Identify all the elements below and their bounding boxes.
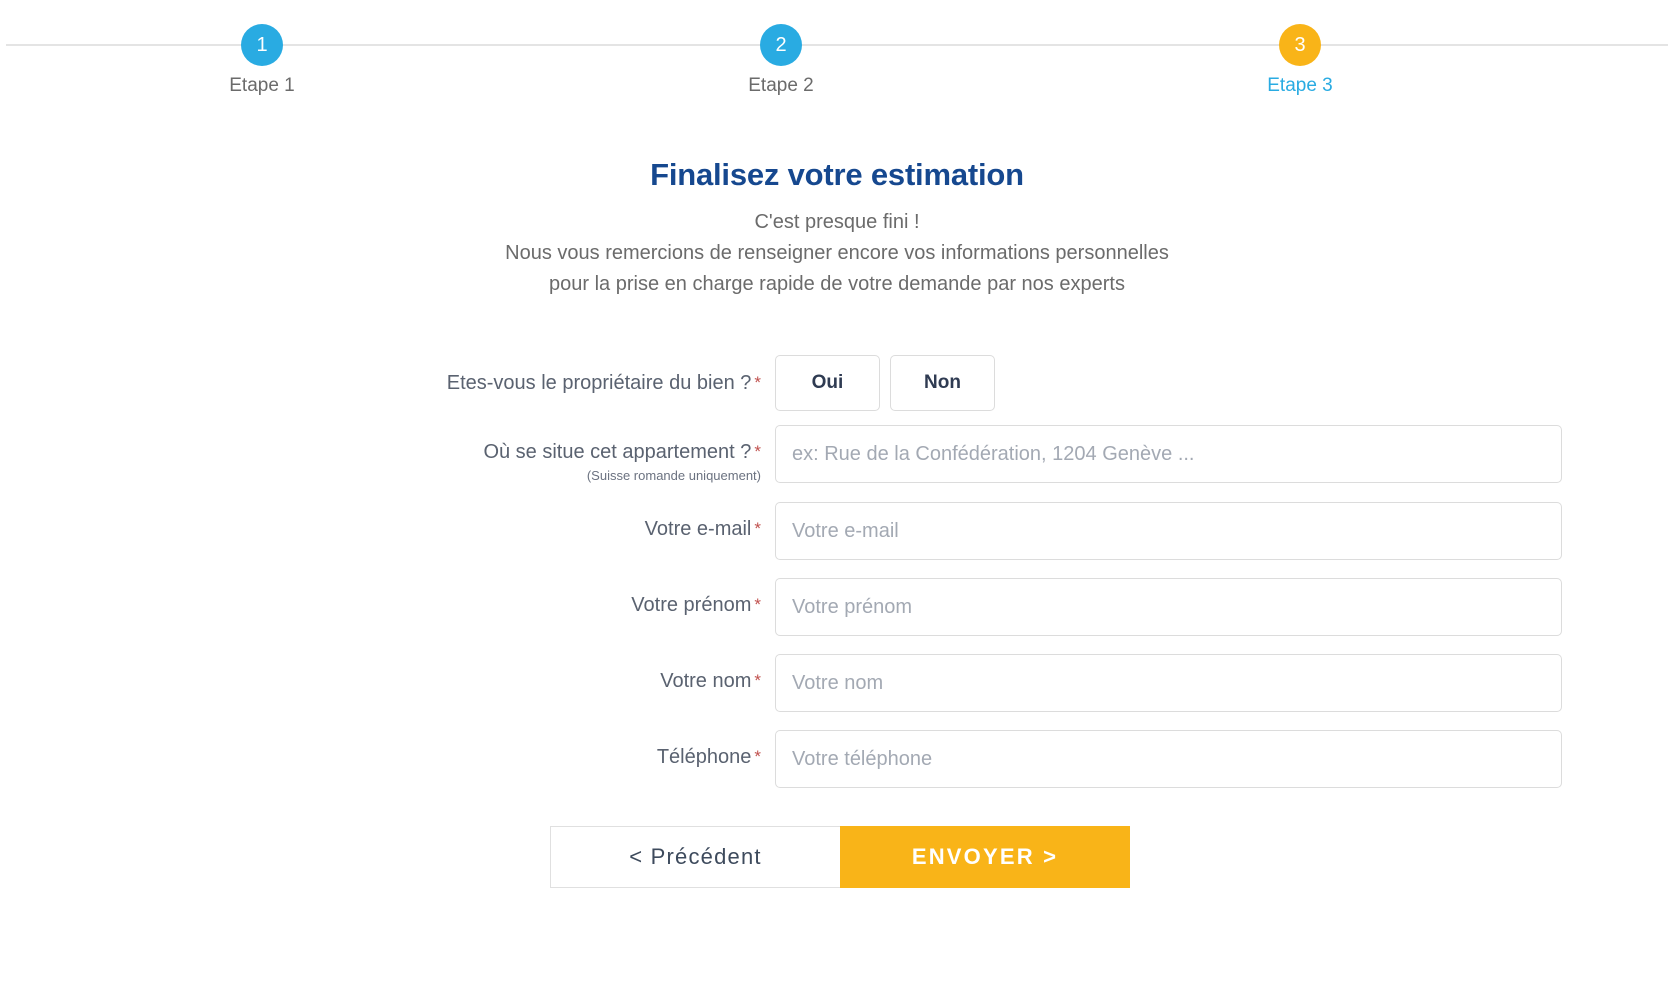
stepper-step-3[interactable]: 3 Etape 3: [1200, 0, 1400, 97]
estimation-form: Etes-vous le propriétaire du bien ? * Oui…: [0, 355, 1674, 788]
form-row-lastname: Votre nom *: [0, 654, 1674, 712]
page-title: Finalisez votre estimation: [650, 157, 1024, 192]
email-label: Votre e-mail *: [644, 518, 761, 540]
address-required-marker: *: [754, 442, 761, 461]
phone-label: Téléphone *: [656, 746, 761, 768]
send-button[interactable]: ENVOYER >: [840, 826, 1130, 888]
email-input[interactable]: [775, 502, 1562, 560]
owner-toggle-group: Oui Non: [775, 355, 1562, 411]
owner-no-button[interactable]: Non: [890, 355, 995, 411]
address-input[interactable]: [775, 425, 1562, 483]
intro-line-3: pour la prise en charge rapide de votre …: [549, 273, 1125, 295]
phone-label-col: Téléphone *: [0, 730, 775, 770]
owner-label: Etes-vous le propriétaire du bien ? *: [446, 372, 761, 394]
form-row-owner: Etes-vous le propriétaire du bien ? * Oui…: [0, 355, 1674, 411]
address-label-col: Où se situe cet appartement ? * (Suisse r…: [0, 425, 775, 484]
email-label-col: Votre e-mail *: [0, 502, 775, 542]
firstname-required-marker: *: [754, 595, 761, 614]
phone-input[interactable]: [775, 730, 1562, 788]
step-1-label: Etape 1: [229, 75, 295, 96]
form-actions: < Précédent ENVOYER >: [0, 826, 1674, 888]
owner-required-marker: *: [754, 373, 761, 392]
stepper-step-1[interactable]: 1 Etape 1: [162, 0, 362, 97]
intro-block: Finalisez votre estimation C'est presque…: [0, 157, 1674, 300]
lastname-label-col: Votre nom *: [0, 654, 775, 694]
phone-required-marker: *: [754, 747, 761, 766]
firstname-input-col: [775, 578, 1674, 636]
previous-button[interactable]: < Précédent: [550, 826, 840, 888]
email-required-marker: *: [754, 519, 761, 538]
stepper: 1 Etape 1 2 Etape 2 3 Etape 3: [0, 0, 1674, 110]
owner-yes-button[interactable]: Oui: [775, 355, 880, 411]
step-2-circle[interactable]: 2: [760, 24, 802, 66]
step-3-circle[interactable]: 3: [1279, 24, 1321, 66]
lastname-required-marker: *: [754, 671, 761, 690]
estimation-wizard-page: 1 Etape 1 2 Etape 2 3 Etape 3 Finalisez …: [0, 0, 1674, 999]
step-2-label: Etape 2: [748, 75, 814, 96]
owner-label-col: Etes-vous le propriétaire du bien ? *: [0, 370, 775, 396]
form-row-email: Votre e-mail *: [0, 502, 1674, 560]
form-row-firstname: Votre prénom *: [0, 578, 1674, 636]
firstname-label: Votre prénom *: [631, 594, 761, 616]
address-sublabel: (Suisse romande uniquement): [586, 468, 761, 483]
firstname-label-col: Votre prénom *: [0, 578, 775, 618]
intro-line-2: Nous vous remercions de renseigner encor…: [505, 242, 1169, 264]
form-row-address: Où se situe cet appartement ? * (Suisse r…: [0, 425, 1674, 484]
phone-input-col: [775, 730, 1674, 788]
stepper-step-2[interactable]: 2 Etape 2: [681, 0, 881, 97]
owner-input-col: Oui Non: [775, 355, 1674, 411]
firstname-input[interactable]: [775, 578, 1562, 636]
step-1-circle[interactable]: 1: [241, 24, 283, 66]
address-input-col: [775, 425, 1674, 483]
step-3-label: Etape 3: [1267, 75, 1333, 96]
lastname-input[interactable]: [775, 654, 1562, 712]
lastname-label: Votre nom *: [660, 670, 761, 692]
form-row-phone: Téléphone *: [0, 730, 1674, 788]
email-input-col: [775, 502, 1674, 560]
intro-line-1: C'est presque fini !: [754, 211, 920, 233]
address-label: Où se situe cet appartement ? *: [483, 441, 761, 463]
lastname-input-col: [775, 654, 1674, 712]
